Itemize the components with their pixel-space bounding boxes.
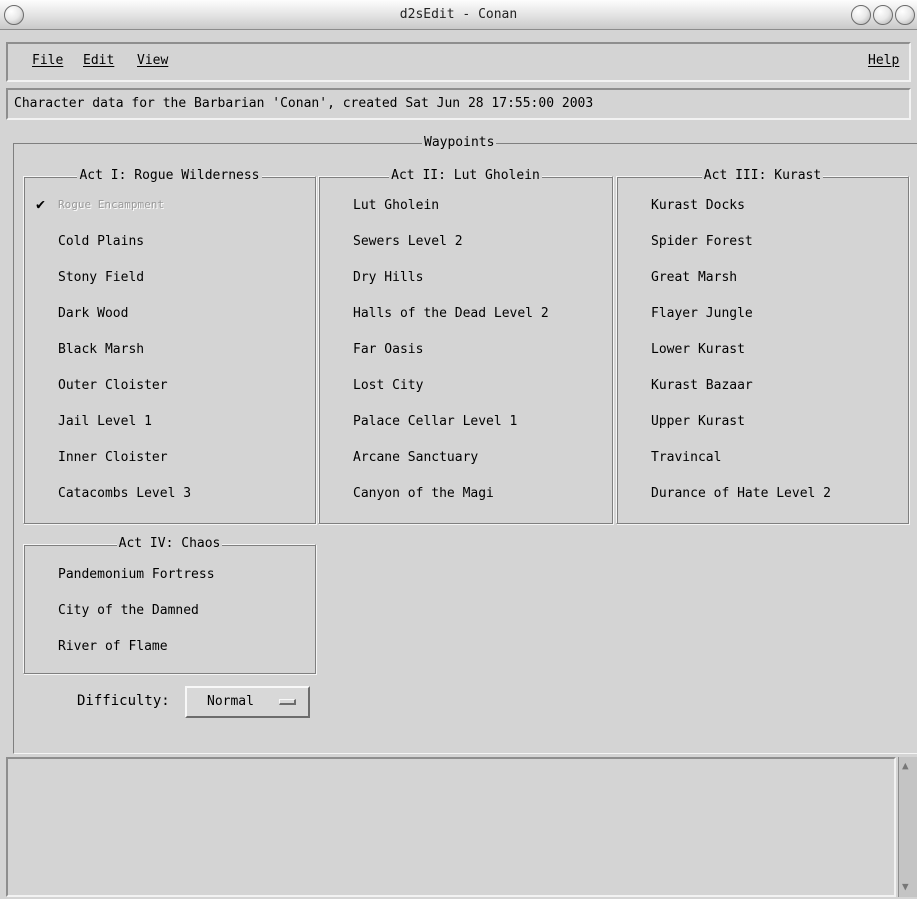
act1-title: Act I: Rogue Wilderness	[77, 168, 262, 183]
waypoints-legend: Waypoints	[422, 135, 497, 151]
waypoint-dry-hills[interactable]: Dry Hills	[353, 270, 423, 285]
act3-title: Act III: Kurast	[701, 168, 824, 183]
waypoint-palace-cellar-level-1[interactable]: Palace Cellar Level 1	[353, 414, 517, 429]
waypoint-upper-kurast[interactable]: Upper Kurast	[651, 414, 745, 429]
checkmark-icon: ✔	[36, 195, 46, 213]
waypoint-cold-plains[interactable]: Cold Plains	[58, 234, 144, 249]
option-menu-indicator-icon	[279, 699, 296, 705]
waypoint-pandemonium-fortress[interactable]: Pandemonium Fortress	[58, 567, 215, 582]
waypoint-sewers-level-2[interactable]: Sewers Level 2	[353, 234, 463, 249]
waypoint-arcane-sanctuary[interactable]: Arcane Sanctuary	[353, 450, 478, 465]
waypoint-dark-wood[interactable]: Dark Wood	[58, 306, 128, 321]
waypoint-flayer-jungle[interactable]: Flayer Jungle	[651, 306, 753, 321]
difficulty-option-menu[interactable]: Normal	[185, 686, 310, 718]
scroll-down-arrow-icon[interactable]: ▼	[902, 881, 909, 893]
waypoint-rogue-encampment[interactable]: Rogue Encampment	[58, 198, 164, 211]
waypoint-catacombs-level-3[interactable]: Catacombs Level 3	[58, 486, 191, 501]
waypoint-outer-cloister[interactable]: Outer Cloister	[58, 378, 168, 393]
act4-title: Act IV: Chaos	[116, 536, 223, 551]
difficulty-value: Normal	[207, 694, 254, 709]
minimize-button[interactable]	[851, 5, 871, 25]
waypoint-lut-gholein[interactable]: Lut Gholein	[353, 198, 439, 213]
waypoint-inner-cloister[interactable]: Inner Cloister	[58, 450, 168, 465]
waypoint-great-marsh[interactable]: Great Marsh	[651, 270, 737, 285]
menu-file[interactable]: File	[32, 53, 63, 68]
waypoint-lost-city[interactable]: Lost City	[353, 378, 423, 393]
waypoint-river-of-flame[interactable]: River of Flame	[58, 639, 168, 654]
waypoint-lower-kurast[interactable]: Lower Kurast	[651, 342, 745, 357]
waypoint-travincal[interactable]: Travincal	[651, 450, 721, 465]
menu-help[interactable]: Help	[868, 53, 899, 68]
menu-view[interactable]: View	[137, 53, 168, 68]
log-scrollbar[interactable]: ▲ ▼	[898, 757, 917, 897]
waypoint-stony-field[interactable]: Stony Field	[58, 270, 144, 285]
character-info: Character data for the Barbarian 'Conan'…	[6, 88, 911, 120]
waypoint-kurast-bazaar[interactable]: Kurast Bazaar	[651, 378, 753, 393]
waypoint-canyon-of-the-magi[interactable]: Canyon of the Magi	[353, 486, 494, 501]
act2-title: Act II: Lut Gholein	[389, 168, 542, 183]
waypoint-jail-level-1[interactable]: Jail Level 1	[58, 414, 152, 429]
menu-bar: File Edit View Help	[6, 42, 911, 82]
waypoint-kurast-docks[interactable]: Kurast Docks	[651, 198, 745, 213]
log-text-area[interactable]	[6, 757, 896, 897]
waypoint-halls-of-the-dead-level-2[interactable]: Halls of the Dead Level 2	[353, 306, 549, 321]
waypoint-black-marsh[interactable]: Black Marsh	[58, 342, 144, 357]
difficulty-label: Difficulty:	[77, 693, 170, 709]
menu-edit[interactable]: Edit	[83, 53, 114, 68]
waypoint-city-of-the-damned[interactable]: City of the Damned	[58, 603, 199, 618]
scroll-up-arrow-icon[interactable]: ▲	[902, 760, 909, 772]
waypoint-far-oasis[interactable]: Far Oasis	[353, 342, 423, 357]
waypoint-spider-forest[interactable]: Spider Forest	[651, 234, 753, 249]
title-bar: d2sEdit - Conan	[0, 0, 917, 30]
window-title: d2sEdit - Conan	[399, 7, 518, 22]
close-button[interactable]	[895, 5, 915, 25]
waypoint-durance-of-hate-level-2[interactable]: Durance of Hate Level 2	[651, 486, 831, 501]
maximize-button[interactable]	[873, 5, 893, 25]
